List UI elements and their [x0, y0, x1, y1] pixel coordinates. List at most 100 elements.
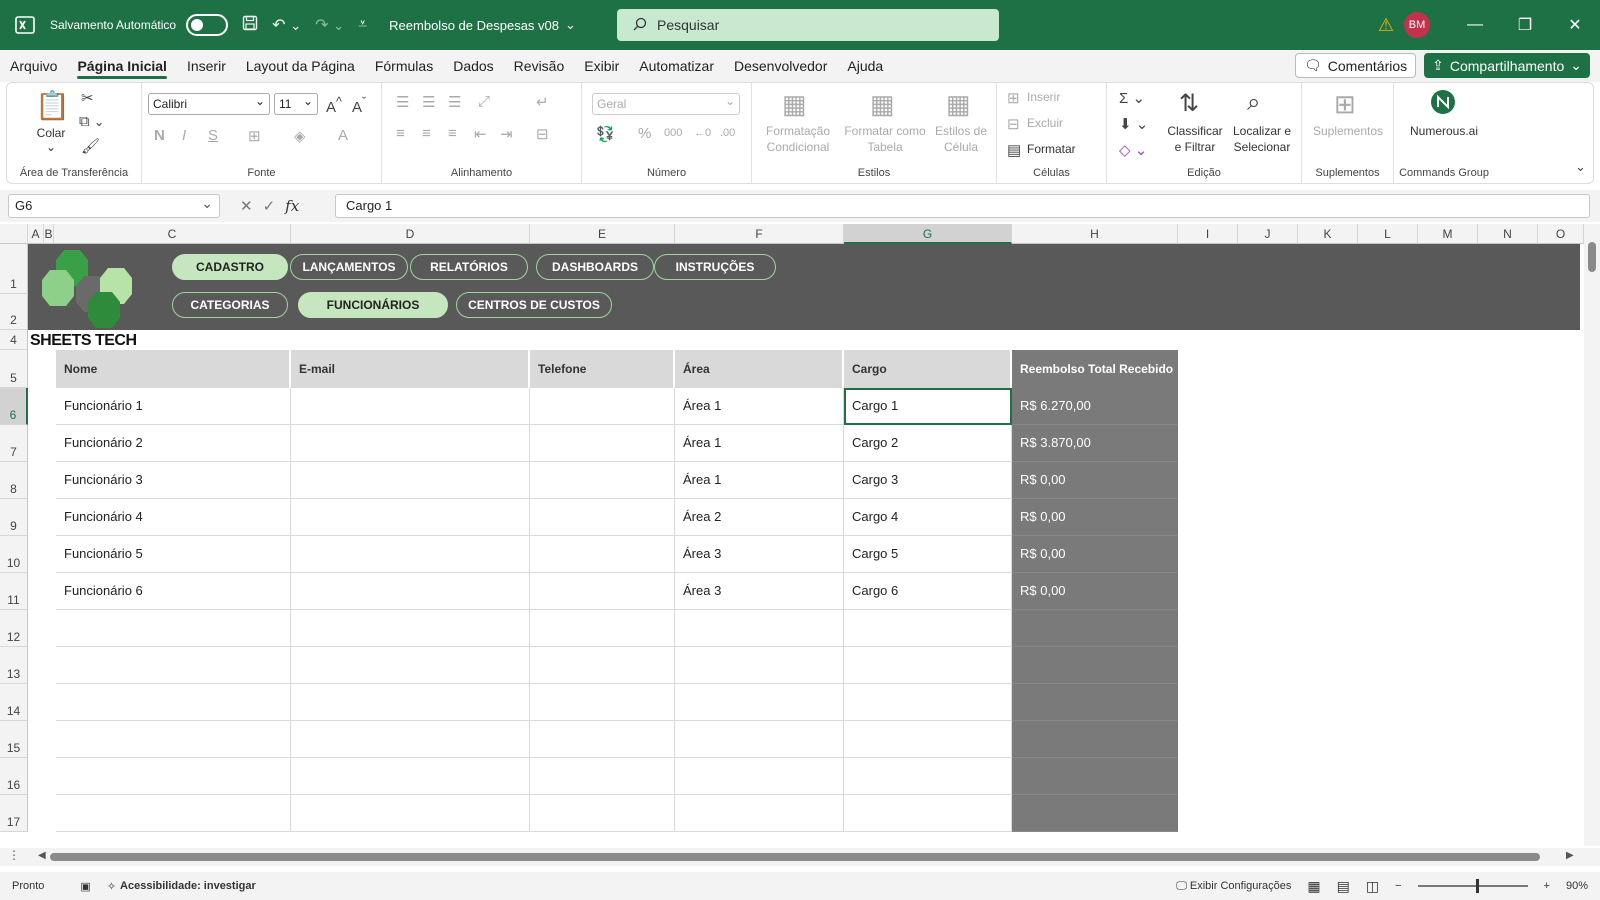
tab-dados[interactable]: Dados — [443, 50, 503, 82]
accessibility-status[interactable]: ✧ Acessibilidade: investigar — [107, 880, 256, 893]
orientation-icon[interactable]: ⤢ — [478, 93, 490, 110]
tab-automatizar[interactable]: Automatizar — [629, 50, 724, 82]
cell-telefone[interactable] — [530, 499, 675, 536]
cell-nome[interactable]: Funcionário 4 — [56, 499, 291, 536]
insert-cells-button[interactable]: Inserir — [1027, 89, 1060, 105]
row-header[interactable]: 10 — [0, 536, 28, 573]
addins-button[interactable]: Suplementos — [1302, 123, 1394, 139]
row-header[interactable]: 14 — [0, 684, 28, 721]
empty-cell[interactable] — [530, 684, 675, 721]
column-header[interactable]: D — [291, 224, 530, 244]
cell-area[interactable]: Área 2 — [675, 499, 844, 536]
borders-icon[interactable]: ⊞ — [248, 127, 261, 145]
cell-email[interactable] — [291, 388, 530, 425]
comments-button[interactable]: 🗨 Comentários — [1294, 53, 1417, 78]
conditional-format-button[interactable]: Formatação Condicional — [756, 123, 840, 155]
shrink-font-icon[interactable]: Aˇ — [352, 95, 366, 116]
empty-cell[interactable] — [56, 758, 291, 795]
cell-reembolso[interactable]: R$ 0,00 — [1012, 536, 1178, 573]
cell-cargo[interactable]: Cargo 6 — [844, 573, 1012, 610]
cell-nome[interactable]: Funcionário 3 — [56, 462, 291, 499]
macro-record-icon[interactable]: ▣ — [80, 880, 90, 893]
vertical-scroll-thumb[interactable] — [1588, 242, 1596, 272]
column-header[interactable]: G — [844, 224, 1012, 244]
minimize-icon[interactable]: — — [1450, 0, 1500, 50]
fill-icon[interactable]: ⬇ ⌄ — [1119, 115, 1148, 133]
horizontal-scrollbar[interactable]: ⋮ ◀ ▶ — [0, 848, 1600, 866]
align-top-icon[interactable]: ☰ — [396, 93, 409, 111]
undo-icon[interactable]: ↶ ⌄ — [272, 15, 301, 35]
empty-cell[interactable] — [844, 795, 1012, 832]
row-header[interactable]: 16 — [0, 758, 28, 795]
normal-view-icon[interactable]: ▦ — [1307, 878, 1320, 895]
header-nome[interactable]: Nome — [56, 350, 291, 388]
empty-cell[interactable] — [844, 758, 1012, 795]
autosum-icon[interactable]: Σ ⌄ — [1119, 89, 1145, 107]
empty-cell[interactable] — [291, 684, 530, 721]
cut-icon[interactable]: ✂ — [81, 89, 94, 107]
empty-cell[interactable] — [844, 721, 1012, 758]
find-select-button[interactable]: Localizar e Selecionar — [1227, 123, 1297, 155]
cell-telefone[interactable] — [530, 388, 675, 425]
align-left-icon[interactable]: ≡ — [396, 125, 405, 142]
cell-reembolso[interactable]: R$ 3.870,00 — [1012, 425, 1178, 462]
cell-nome[interactable]: Funcionário 1 — [56, 388, 291, 425]
empty-cell[interactable] — [56, 647, 291, 684]
column-header[interactable]: H — [1012, 224, 1178, 244]
zoom-out-icon[interactable]: − — [1395, 880, 1401, 892]
zoom-slider[interactable] — [1417, 879, 1528, 893]
cell-email[interactable] — [291, 499, 530, 536]
header-reembolso[interactable]: Reembolso Total Recebido — [1012, 350, 1178, 388]
ribbon-collapse-icon[interactable]: ⌄ — [1575, 159, 1586, 175]
empty-cell[interactable] — [291, 721, 530, 758]
cell-cargo[interactable]: Cargo 5 — [844, 536, 1012, 573]
cell-email[interactable] — [291, 573, 530, 610]
row-header[interactable]: 7 — [0, 425, 28, 462]
tab-inserir[interactable]: Inserir — [177, 50, 236, 82]
row-header[interactable]: 17 — [0, 795, 28, 832]
nav-instrucoes[interactable]: INSTRUÇÕES — [654, 254, 776, 280]
select-all-corner[interactable] — [0, 224, 28, 244]
warning-icon[interactable]: ⚠ — [1378, 15, 1394, 36]
row-header[interactable]: 1 — [0, 244, 28, 294]
page-break-icon[interactable]: ◫ — [1366, 878, 1379, 895]
column-header[interactable]: M — [1418, 224, 1478, 244]
chevron-down-icon[interactable]: ⌄ — [41, 139, 61, 155]
tab-exibir[interactable]: Exibir — [574, 50, 629, 82]
decrease-decimal-icon[interactable]: .00 — [720, 127, 735, 139]
nav-centros-de-custos[interactable]: CENTROS DE CUSTOS — [456, 292, 612, 318]
copy-icon[interactable]: ⧉ ⌄ — [79, 113, 104, 130]
font-name-select[interactable]: Calibri — [148, 91, 270, 115]
clear-icon[interactable]: ◇ ⌄ — [1119, 141, 1147, 159]
empty-cell[interactable] — [530, 758, 675, 795]
column-header[interactable]: L — [1358, 224, 1418, 244]
align-right-icon[interactable]: ≡ — [448, 125, 457, 142]
row-header[interactable]: 15 — [0, 721, 28, 758]
confirm-icon[interactable]: ✓ — [263, 197, 276, 215]
scroll-right-icon[interactable]: ▶ — [1566, 850, 1574, 861]
redo-icon[interactable]: ↷ ⌄ — [315, 15, 344, 35]
cell-email[interactable] — [291, 425, 530, 462]
formula-input[interactable]: Cargo 1 — [335, 194, 1590, 218]
find-select-icon[interactable]: ⌕ — [1247, 89, 1260, 117]
fill-color-icon[interactable]: ◈ — [294, 127, 306, 145]
cell-telefone[interactable] — [530, 536, 675, 573]
nav-funcionarios[interactable]: FUNCIONÁRIOS — [298, 292, 448, 318]
merge-icon[interactable]: ⊟ — [536, 125, 549, 143]
empty-cell[interactable] — [530, 721, 675, 758]
italic-icon[interactable]: I — [182, 127, 186, 144]
bold-icon[interactable]: N — [154, 127, 165, 144]
cell-email[interactable] — [291, 462, 530, 499]
paste-icon[interactable]: 📋 — [35, 89, 70, 122]
column-header[interactable]: K — [1298, 224, 1358, 244]
customize-toolbar-icon[interactable]: ⩡ — [358, 16, 367, 34]
share-button[interactable]: ⇪ Compartilhamento ⌄ — [1424, 53, 1590, 78]
tab-pagina-inicial[interactable]: Página Inicial — [67, 50, 176, 82]
nav-categorias[interactable]: CATEGORIAS — [172, 292, 288, 318]
nav-lancamentos[interactable]: LANÇAMENTOS — [290, 254, 408, 280]
tab-formulas[interactable]: Fórmulas — [365, 50, 443, 82]
zoom-in-icon[interactable]: + — [1544, 880, 1550, 892]
addins-icon[interactable]: ⊞ — [1334, 89, 1356, 120]
cell-email[interactable] — [291, 536, 530, 573]
empty-cell[interactable] — [291, 647, 530, 684]
